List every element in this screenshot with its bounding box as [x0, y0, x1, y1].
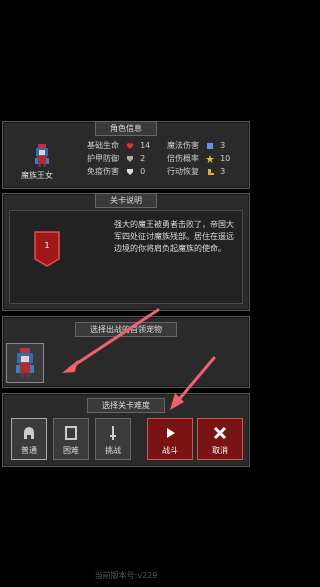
cancel-button[interactable]: 取消 [197, 418, 243, 460]
stat-value: 3 [220, 167, 226, 176]
stat-value: 0 [140, 167, 146, 176]
star-icon [205, 154, 214, 163]
stat-immune: 免疫伤害 0 [87, 166, 156, 177]
difficulty-normal-button[interactable]: 普通 [11, 418, 47, 460]
stat-label: 免疫伤害 [87, 167, 119, 176]
difficulty-label: 挑战 [105, 446, 121, 455]
shield-icon [63, 425, 79, 441]
stat-value: 10 [220, 154, 231, 163]
level-badge: 1 [34, 231, 60, 267]
pet-panel-title: 选择出战的首领宠物 [75, 322, 177, 337]
pet-panel: 选择出战的首领宠物 [2, 316, 250, 388]
stat-value: 2 [140, 154, 146, 163]
stat-armor: 护甲防御 2 [87, 153, 156, 164]
stat-action-recovery: 行动恢复 3 [167, 166, 236, 177]
stat-label: 基础生命 [87, 141, 119, 150]
character-panel: 角色信息 魔族王女 基础生命 14 护甲防御 2 免疫伤害 0 魔法伤害 3 倍… [2, 121, 250, 189]
character-panel-title: 角色信息 [95, 121, 157, 136]
stat-label: 护甲防御 [87, 154, 119, 163]
version-label: 当前版本号:v229 [94, 571, 158, 580]
stat-magic-damage: 魔法伤害 3 [167, 140, 236, 151]
stat-value: 3 [220, 141, 226, 150]
level-description: 强大的魔王被勇者击败了，帝国大军四处征讨魔族残部。居住在遥远边境的你将肩负起魔族… [114, 220, 234, 253]
difficulty-panel-title: 选择关卡难度 [87, 398, 165, 413]
difficulty-panel: 选择关卡难度 普通 困难 挑战 战斗 取消 [2, 393, 250, 467]
level-panel-title: 关卡说明 [95, 193, 157, 208]
close-icon [212, 425, 228, 441]
level-panel: 关卡说明 1 强大的魔王被勇者击败了，帝国大军四处征讨魔族残部。居住在遥远边境的… [2, 193, 250, 311]
difficulty-hard-button[interactable]: 困难 [53, 418, 89, 460]
level-inner: 1 强大的魔王被勇者击败了，帝国大军四处征讨魔族残部。居住在遥远边境的你将肩负起… [9, 210, 243, 304]
shield-icon [126, 168, 134, 176]
stat-crit-chance: 倍伤概率 10 [167, 153, 236, 164]
difficulty-challenge-button[interactable]: 挑战 [95, 418, 131, 460]
character-name: 魔族王女 [21, 171, 53, 180]
helmet-icon [21, 425, 37, 441]
pet-portrait-icon [16, 348, 34, 377]
difficulty-label: 普通 [21, 446, 37, 455]
difficulty-label: 困难 [63, 446, 79, 455]
heart-icon [126, 142, 134, 150]
magic-icon [206, 142, 214, 150]
sword-icon [105, 425, 121, 441]
fight-label: 战斗 [162, 446, 178, 455]
stat-label: 魔法伤害 [167, 141, 199, 150]
stat-base-hp: 基础生命 14 [87, 140, 156, 151]
stat-label: 倍伤概率 [167, 154, 199, 163]
level-badge-number: 1 [44, 241, 50, 250]
play-icon [162, 425, 178, 441]
character-portrait [29, 142, 55, 168]
cancel-label: 取消 [212, 446, 228, 455]
boot-icon [206, 168, 214, 176]
stat-value: 14 [140, 141, 151, 150]
fight-button[interactable]: 战斗 [147, 418, 193, 460]
pet-slot[interactable] [6, 343, 44, 383]
stat-label: 行动恢复 [167, 167, 199, 176]
shield-icon [126, 155, 134, 163]
